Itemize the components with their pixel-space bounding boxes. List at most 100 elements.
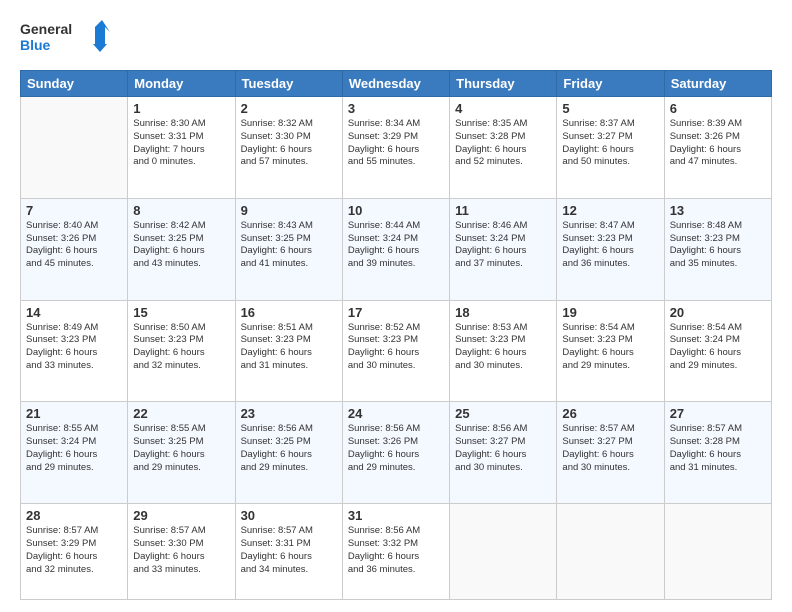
day-number: 13 (670, 203, 766, 218)
day-info: Sunrise: 8:51 AM Sunset: 3:23 PM Dayligh… (241, 322, 337, 373)
day-number: 29 (133, 508, 229, 523)
day-info: Sunrise: 8:43 AM Sunset: 3:25 PM Dayligh… (241, 220, 337, 271)
day-number: 11 (455, 203, 551, 218)
calendar-cell: 20Sunrise: 8:54 AM Sunset: 3:24 PM Dayli… (664, 300, 771, 402)
day-number: 6 (670, 101, 766, 116)
weekday-header-row: SundayMondayTuesdayWednesdayThursdayFrid… (21, 71, 772, 97)
day-info: Sunrise: 8:57 AM Sunset: 3:27 PM Dayligh… (562, 423, 658, 474)
weekday-header: Wednesday (342, 71, 449, 97)
day-info: Sunrise: 8:55 AM Sunset: 3:25 PM Dayligh… (133, 423, 229, 474)
logo: General Blue (20, 18, 110, 60)
calendar-cell: 2Sunrise: 8:32 AM Sunset: 3:30 PM Daylig… (235, 97, 342, 199)
day-info: Sunrise: 8:44 AM Sunset: 3:24 PM Dayligh… (348, 220, 444, 271)
calendar-week-row: 7 Sunrise: 8:40 AM Sunset: 3:26 PM Daylig… (21, 198, 772, 300)
calendar-cell: 26 Sunrise: 8:57 AM Sunset: 3:27 PM Dayli… (557, 402, 664, 504)
calendar-cell (557, 504, 664, 600)
calendar-cell: 14 Sunrise: 8:49 AM Sunset: 3:23 PM Dayli… (21, 300, 128, 402)
day-info: Sunrise: 8:39 AM Sunset: 3:26 PM Dayligh… (670, 118, 766, 169)
calendar-cell: 3Sunrise: 8:34 AM Sunset: 3:29 PM Daylig… (342, 97, 449, 199)
calendar-cell: 6 Sunrise: 8:39 AM Sunset: 3:26 PM Daylig… (664, 97, 771, 199)
day-info: Sunrise: 8:53 AM Sunset: 3:23 PM Dayligh… (455, 322, 551, 373)
day-number: 9 (241, 203, 337, 218)
calendar-cell: 24 Sunrise: 8:56 AM Sunset: 3:26 PM Dayli… (342, 402, 449, 504)
day-info: Sunrise: 8:56 AM Sunset: 3:26 PM Dayligh… (348, 423, 444, 474)
day-number: 3 (348, 101, 444, 116)
calendar-week-row: 21Sunrise: 8:55 AM Sunset: 3:24 PM Dayli… (21, 402, 772, 504)
calendar-cell: 29 Sunrise: 8:57 AM Sunset: 3:30 PM Dayli… (128, 504, 235, 600)
day-number: 15 (133, 305, 229, 320)
day-info: Sunrise: 8:57 AM Sunset: 3:31 PM Dayligh… (241, 525, 337, 576)
calendar-cell: 13 Sunrise: 8:48 AM Sunset: 3:23 PM Dayli… (664, 198, 771, 300)
calendar-table: SundayMondayTuesdayWednesdayThursdayFrid… (20, 70, 772, 600)
day-info: Sunrise: 8:42 AM Sunset: 3:25 PM Dayligh… (133, 220, 229, 271)
weekday-header: Thursday (450, 71, 557, 97)
day-info: Sunrise: 8:56 AM Sunset: 3:25 PM Dayligh… (241, 423, 337, 474)
calendar-cell: 8 Sunrise: 8:42 AM Sunset: 3:25 PM Daylig… (128, 198, 235, 300)
header: General Blue (20, 18, 772, 60)
calendar-week-row: 28Sunrise: 8:57 AM Sunset: 3:29 PM Dayli… (21, 504, 772, 600)
calendar-cell: 9 Sunrise: 8:43 AM Sunset: 3:25 PM Daylig… (235, 198, 342, 300)
day-number: 23 (241, 406, 337, 421)
day-number: 14 (26, 305, 122, 320)
day-info: Sunrise: 8:47 AM Sunset: 3:23 PM Dayligh… (562, 220, 658, 271)
day-number: 18 (455, 305, 551, 320)
day-info: Sunrise: 8:30 AM Sunset: 3:31 PM Dayligh… (133, 118, 229, 169)
day-info: Sunrise: 8:49 AM Sunset: 3:23 PM Dayligh… (26, 322, 122, 373)
day-info: Sunrise: 8:54 AM Sunset: 3:23 PM Dayligh… (562, 322, 658, 373)
weekday-header: Tuesday (235, 71, 342, 97)
calendar-cell: 16 Sunrise: 8:51 AM Sunset: 3:23 PM Dayli… (235, 300, 342, 402)
day-info: Sunrise: 8:57 AM Sunset: 3:29 PM Dayligh… (26, 525, 122, 576)
calendar-cell: 21Sunrise: 8:55 AM Sunset: 3:24 PM Dayli… (21, 402, 128, 504)
day-number: 24 (348, 406, 444, 421)
day-number: 26 (562, 406, 658, 421)
day-number: 27 (670, 406, 766, 421)
calendar-cell: 25 Sunrise: 8:56 AM Sunset: 3:27 PM Dayli… (450, 402, 557, 504)
calendar-page: General Blue SundayMondayTuesdayWednesda… (0, 0, 792, 612)
calendar-cell (21, 97, 128, 199)
day-number: 7 (26, 203, 122, 218)
calendar-week-row: 1 Sunrise: 8:30 AM Sunset: 3:31 PM Daylig… (21, 97, 772, 199)
day-info: Sunrise: 8:50 AM Sunset: 3:23 PM Dayligh… (133, 322, 229, 373)
calendar-cell: 19 Sunrise: 8:54 AM Sunset: 3:23 PM Dayli… (557, 300, 664, 402)
day-info: Sunrise: 8:46 AM Sunset: 3:24 PM Dayligh… (455, 220, 551, 271)
day-number: 16 (241, 305, 337, 320)
day-number: 19 (562, 305, 658, 320)
calendar-cell (450, 504, 557, 600)
day-number: 5 (562, 101, 658, 116)
day-info: Sunrise: 8:52 AM Sunset: 3:23 PM Dayligh… (348, 322, 444, 373)
calendar-cell: 4Sunrise: 8:35 AM Sunset: 3:28 PM Daylig… (450, 97, 557, 199)
day-number: 10 (348, 203, 444, 218)
calendar-cell (664, 504, 771, 600)
weekday-header: Saturday (664, 71, 771, 97)
logo-icon: General Blue (20, 18, 110, 60)
day-info: Sunrise: 8:56 AM Sunset: 3:27 PM Dayligh… (455, 423, 551, 474)
calendar-cell: 15 Sunrise: 8:50 AM Sunset: 3:23 PM Dayli… (128, 300, 235, 402)
calendar-cell: 17 Sunrise: 8:52 AM Sunset: 3:23 PM Dayli… (342, 300, 449, 402)
day-number: 20 (670, 305, 766, 320)
day-number: 12 (562, 203, 658, 218)
calendar-cell: 28Sunrise: 8:57 AM Sunset: 3:29 PM Dayli… (21, 504, 128, 600)
day-number: 8 (133, 203, 229, 218)
day-info: Sunrise: 8:57 AM Sunset: 3:28 PM Dayligh… (670, 423, 766, 474)
calendar-cell: 23 Sunrise: 8:56 AM Sunset: 3:25 PM Dayli… (235, 402, 342, 504)
day-number: 31 (348, 508, 444, 523)
calendar-cell: 12 Sunrise: 8:47 AM Sunset: 3:23 PM Dayli… (557, 198, 664, 300)
day-info: Sunrise: 8:40 AM Sunset: 3:26 PM Dayligh… (26, 220, 122, 271)
weekday-header: Sunday (21, 71, 128, 97)
calendar-cell: 10 Sunrise: 8:44 AM Sunset: 3:24 PM Dayli… (342, 198, 449, 300)
calendar-cell: 11 Sunrise: 8:46 AM Sunset: 3:24 PM Dayli… (450, 198, 557, 300)
day-number: 22 (133, 406, 229, 421)
calendar-cell: 5Sunrise: 8:37 AM Sunset: 3:27 PM Daylig… (557, 97, 664, 199)
day-number: 1 (133, 101, 229, 116)
day-number: 2 (241, 101, 337, 116)
svg-text:General: General (20, 21, 72, 37)
calendar-week-row: 14 Sunrise: 8:49 AM Sunset: 3:23 PM Dayli… (21, 300, 772, 402)
calendar-cell: 18 Sunrise: 8:53 AM Sunset: 3:23 PM Dayli… (450, 300, 557, 402)
day-number: 25 (455, 406, 551, 421)
weekday-header: Friday (557, 71, 664, 97)
day-number: 17 (348, 305, 444, 320)
day-info: Sunrise: 8:48 AM Sunset: 3:23 PM Dayligh… (670, 220, 766, 271)
day-info: Sunrise: 8:35 AM Sunset: 3:28 PM Dayligh… (455, 118, 551, 169)
day-info: Sunrise: 8:57 AM Sunset: 3:30 PM Dayligh… (133, 525, 229, 576)
calendar-cell: 7 Sunrise: 8:40 AM Sunset: 3:26 PM Daylig… (21, 198, 128, 300)
